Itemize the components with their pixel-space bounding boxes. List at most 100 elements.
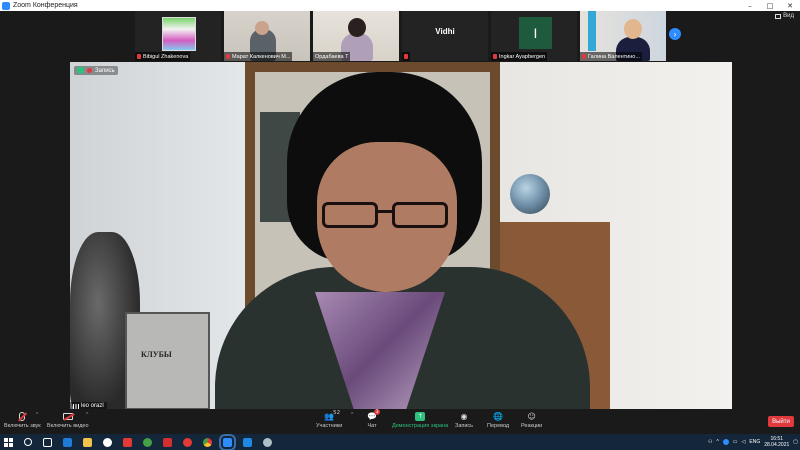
participant-initial-avatar: I	[519, 17, 552, 49]
participant-name-bar: Ордабаева Т	[313, 52, 351, 61]
participant-name-bar: Ingkar Ayapbergen	[491, 52, 548, 61]
mic-muted-icon	[226, 54, 230, 59]
participant-tile[interactable]: Ордабаева Т	[313, 11, 399, 61]
participant-tile[interactable]: Vidhi	[402, 11, 488, 61]
record-icon: ◉	[460, 411, 468, 421]
yandex-browser-icon[interactable]	[123, 437, 132, 447]
shield-icon	[77, 67, 84, 74]
network-icon[interactable]: ▭	[733, 439, 738, 445]
window-title-bar: Zoom Конференция – □ ✕	[0, 0, 800, 11]
mic-off-icon	[17, 411, 27, 421]
chat-label: Чат	[367, 423, 377, 429]
people-icon[interactable]: ⚇	[708, 439, 712, 445]
video-options-caret-icon[interactable]: ^	[86, 412, 88, 418]
chat-button[interactable]: 💬 3 Чат	[367, 409, 380, 429]
minimize-button[interactable]: –	[740, 0, 760, 11]
search-icon[interactable]	[24, 438, 32, 446]
camera-off-icon	[62, 411, 73, 421]
window-title: Zoom Конференция	[13, 2, 78, 9]
plaque-text: КЛУБЫ	[141, 350, 172, 359]
unmute-label: Включить звук	[4, 423, 41, 429]
view-button[interactable]: Вид	[775, 13, 794, 19]
participant-center-name: Vidhi	[435, 27, 455, 36]
share-screen-icon: ↑	[415, 411, 426, 421]
video-glass-globe	[510, 174, 550, 214]
participant-tile[interactable]: Галина Валентино...	[580, 11, 666, 61]
chrome-icon[interactable]	[203, 437, 212, 447]
yandex-icon[interactable]	[103, 437, 112, 447]
system-tray: ⚇ ^ ▭ ◁ ENG 16:51 28.04.2021 ▢	[708, 434, 798, 450]
leave-button[interactable]: Выйти	[768, 416, 794, 427]
language-indicator[interactable]: ENG	[749, 439, 760, 445]
meeting-toolbar: Включить звук ^ Включить видео ^ 👥 52 Уча…	[0, 409, 800, 434]
share-screen-label: Демонстрация экрана	[392, 423, 449, 429]
meeting-stage: Вид Bibigul Zhakenova Марат Калкенович М…	[0, 11, 800, 410]
shared-poster-image	[162, 17, 196, 51]
task-view-icon[interactable]	[43, 437, 52, 447]
opera-icon[interactable]	[183, 437, 192, 447]
record-dot-icon	[87, 68, 92, 73]
reactions-label: Реакции	[521, 423, 543, 429]
gallery-strip: Bibigul Zhakenova Марат Калкенович М... …	[135, 11, 691, 61]
participant-name-bar: Марат Калкенович М...	[224, 52, 293, 61]
record-label: Запись	[455, 423, 474, 429]
start-video-button[interactable]: Включить видео	[47, 411, 89, 429]
clock[interactable]: 16:51 28.04.2021	[764, 436, 789, 448]
glasses-lens-left	[322, 202, 378, 228]
grid-icon	[775, 13, 782, 19]
translate-label: Перевод	[487, 423, 510, 429]
mic-muted-icon	[493, 54, 497, 59]
video-plaque: КЛУБЫ	[125, 312, 210, 410]
participant-video-head	[624, 19, 642, 39]
participant-name-bar	[402, 52, 410, 61]
audio-options-caret-icon[interactable]: ^	[36, 412, 38, 418]
start-video-label: Включить видео	[47, 423, 89, 429]
participant-tile[interactable]: Марат Калкенович М...	[224, 11, 310, 61]
zoom-app-icon	[2, 1, 10, 10]
participant-name-bar: Галина Валентино...	[580, 52, 642, 61]
participant-name: Марат Калкенович М...	[232, 53, 291, 60]
participants-label: Участники	[316, 423, 343, 429]
file-explorer-icon[interactable]	[83, 437, 92, 447]
close-button[interactable]: ✕	[780, 0, 800, 11]
participant-tile[interactable]: Bibigul Zhakenova	[135, 11, 221, 61]
mic-muted-icon	[582, 54, 586, 59]
zoom-tray-icon[interactable]	[722, 439, 729, 445]
volume-icon[interactable]: ◁	[742, 439, 746, 445]
chat-badge: 3	[374, 409, 380, 415]
globe-icon: 🌐	[493, 411, 504, 421]
signal-icon	[73, 403, 79, 409]
app-icon-green[interactable]	[143, 437, 152, 447]
notifications-icon[interactable]: ▢	[793, 439, 798, 445]
active-speaker-video[interactable]: КЛУБЫ Запись leo orazl	[70, 62, 732, 410]
participant-name: Bibigul Zhakenova	[143, 53, 189, 60]
emoji-icon: ☺	[527, 411, 536, 421]
glasses-lens-right	[392, 202, 448, 228]
translate-button[interactable]: 🌐 Перевод	[487, 411, 510, 430]
clock-date: 28.04.2021	[764, 442, 790, 448]
app-icon-gray[interactable]	[263, 437, 272, 447]
participants-icon: 👥 52	[324, 410, 341, 421]
mic-muted-icon	[137, 54, 141, 59]
participants-caret-icon[interactable]: ^	[351, 412, 353, 418]
next-page-button[interactable]: ›	[669, 28, 681, 40]
windows-start-icon[interactable]	[4, 437, 13, 447]
chat-icon: 💬 3	[367, 409, 380, 421]
edge-icon[interactable]	[63, 437, 72, 447]
recording-indicator: Запись	[74, 66, 118, 75]
show-hidden-icons-icon[interactable]: ^	[716, 439, 718, 445]
share-screen-button[interactable]: ↑ Демонстрация экрана	[392, 411, 448, 429]
flag-background	[588, 11, 596, 51]
participant-video-head	[348, 18, 366, 37]
zoom-taskbar-icon[interactable]	[219, 433, 236, 450]
acrobat-icon[interactable]	[163, 437, 172, 447]
record-button[interactable]: ◉ Запись	[455, 411, 474, 430]
maximize-button[interactable]: □	[760, 0, 780, 11]
reactions-button[interactable]: ☺ Реакции	[521, 411, 543, 430]
participant-tile[interactable]: I Ingkar Ayapbergen	[491, 11, 577, 61]
recording-label: Запись	[95, 67, 115, 74]
participants-button[interactable]: 👥 52 Участники	[316, 410, 343, 429]
participant-name: Ордабаева Т	[315, 53, 349, 60]
speaker-glasses	[322, 202, 452, 230]
media-player-icon[interactable]	[243, 437, 252, 447]
